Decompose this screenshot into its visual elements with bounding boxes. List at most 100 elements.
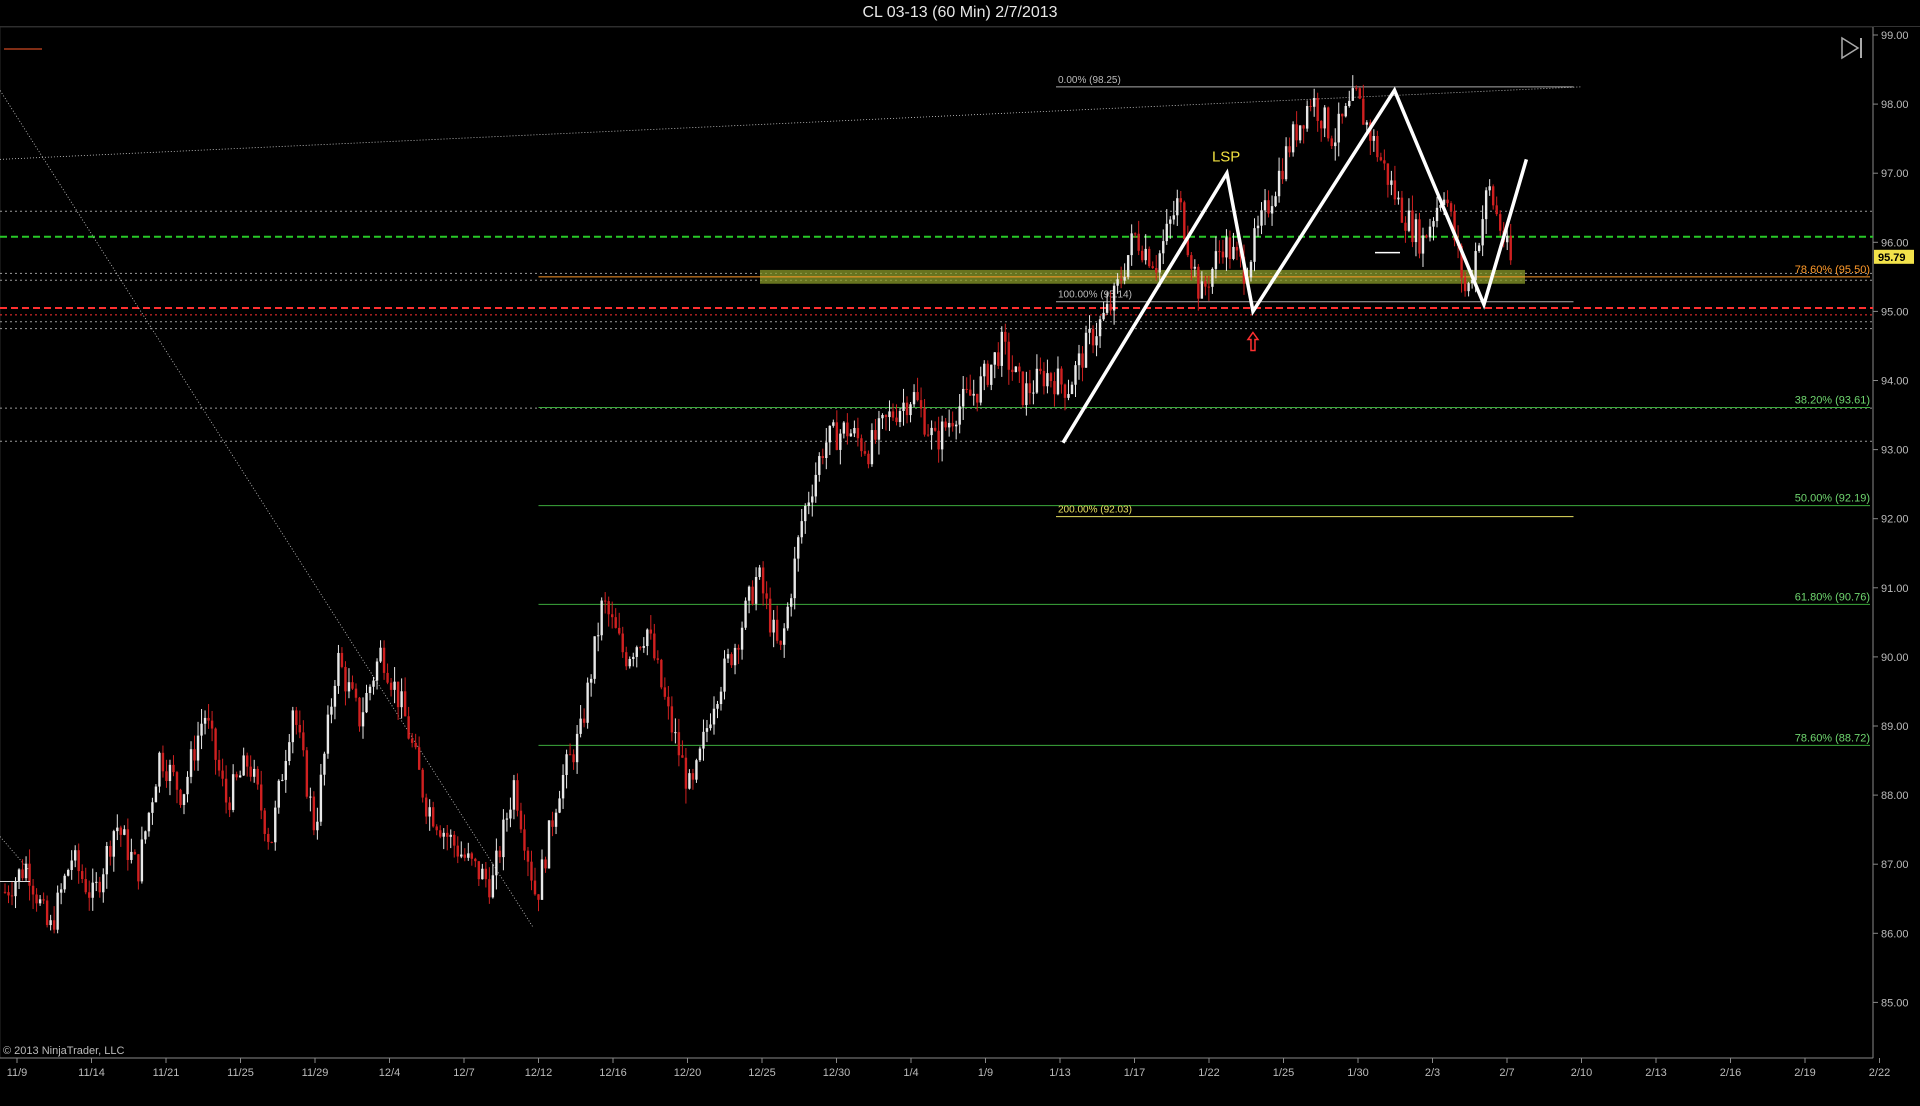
candle-body (35, 894, 38, 904)
candle-body (632, 656, 635, 659)
candle-body (586, 682, 589, 723)
candle-body (688, 773, 691, 789)
candle-body (558, 798, 561, 813)
x-tick-label: 12/7 (453, 1067, 474, 1079)
candle-body (1225, 237, 1228, 258)
candle-body (1390, 180, 1393, 185)
candle-body (1327, 107, 1330, 139)
candle-body (1256, 225, 1260, 229)
candle-body (21, 869, 24, 879)
candle-body (870, 430, 874, 465)
candle-body (182, 794, 186, 805)
candle-body (274, 807, 277, 843)
candle-body (930, 427, 933, 436)
candle-body (228, 802, 231, 810)
candle-body (772, 619, 775, 633)
scroll-to-end-button[interactable] (1838, 34, 1866, 62)
candle-body (382, 647, 386, 673)
candle-body (1372, 136, 1376, 141)
candle-body (656, 658, 660, 660)
x-tick-label: 12/4 (379, 1067, 400, 1079)
candle-body (523, 829, 526, 851)
x-tick-label: 1/22 (1198, 1067, 1219, 1079)
candle-body (1084, 332, 1088, 368)
candle-body (807, 502, 810, 507)
lsp-annotation: LSP (1212, 148, 1240, 165)
candle-body (551, 820, 554, 827)
y-tick-label: 89.00 (1881, 721, 1909, 733)
candle-body (663, 687, 667, 697)
candle-body (512, 780, 516, 810)
candle-body (797, 537, 800, 559)
candle-body (954, 424, 958, 427)
candle-body (417, 747, 421, 770)
candle-body (793, 558, 796, 599)
candle-body (1000, 331, 1003, 366)
candle-body (217, 759, 221, 771)
candle-body (24, 863, 28, 879)
candle-body (337, 652, 340, 686)
candle-body (214, 728, 217, 760)
candle-body (990, 364, 993, 385)
x-tick-label: 12/16 (599, 1067, 627, 1079)
candle-body (1281, 170, 1284, 180)
candle-body (1428, 226, 1432, 238)
candle-body (530, 861, 533, 881)
candle-body (618, 627, 621, 634)
candle-body (1018, 366, 1021, 372)
candle-body (123, 829, 126, 835)
candle-body (1270, 206, 1274, 214)
candle-body (733, 647, 737, 666)
candle-body (1449, 203, 1453, 212)
candle-body (73, 850, 77, 861)
x-tick-label: 11/29 (302, 1067, 329, 1079)
candle-body (453, 834, 456, 846)
candle-body (1316, 98, 1319, 121)
candle-body (1414, 219, 1418, 243)
candle-body (600, 600, 603, 636)
candle-body (1014, 366, 1018, 373)
candle-body (730, 654, 733, 666)
candle-body (393, 681, 396, 690)
candle-body (256, 768, 259, 785)
candle-body (790, 598, 793, 607)
candle-body (786, 606, 789, 629)
candle-body (1386, 163, 1390, 185)
x-tick-label: 11/21 (153, 1067, 180, 1079)
candle-body (502, 819, 505, 858)
x-tick-label: 12/25 (748, 1067, 776, 1079)
fib-retracement-label: 50.00% (92.19) (1795, 493, 1870, 505)
candle-body (1362, 98, 1365, 125)
candle-body (316, 821, 319, 831)
candle-body (1495, 205, 1498, 215)
y-tick-label: 91.00 (1881, 583, 1909, 595)
candle-body (1049, 373, 1053, 382)
candle-body (17, 869, 21, 882)
candle-body (863, 451, 867, 454)
candle-body (516, 780, 519, 811)
candle-body (66, 869, 70, 876)
candle-body (537, 894, 540, 900)
candle-body (526, 850, 530, 862)
candle-body (351, 682, 354, 689)
candle-body (302, 732, 305, 751)
candle-body (389, 682, 393, 690)
candle-body (267, 833, 270, 842)
candle-body (1007, 341, 1011, 370)
candle-body (361, 712, 365, 727)
candle-body (305, 750, 309, 797)
candle-body (1291, 124, 1295, 153)
candle-body (474, 858, 477, 862)
candle-body (421, 769, 424, 798)
candle-body (1046, 373, 1049, 387)
candle-body (779, 640, 782, 645)
candle-body (175, 772, 179, 790)
candle-body (572, 754, 575, 763)
candle-body (491, 875, 495, 898)
candle-body (446, 832, 449, 837)
candle-body (88, 892, 91, 898)
candle-body (944, 421, 947, 428)
candle-body (1098, 319, 1102, 337)
candle-body (154, 786, 158, 803)
price-chart[interactable]: 85.00 86.00 87.00 88.00 89.00 90.00 91.00 92.00… (0, 0, 1920, 1106)
